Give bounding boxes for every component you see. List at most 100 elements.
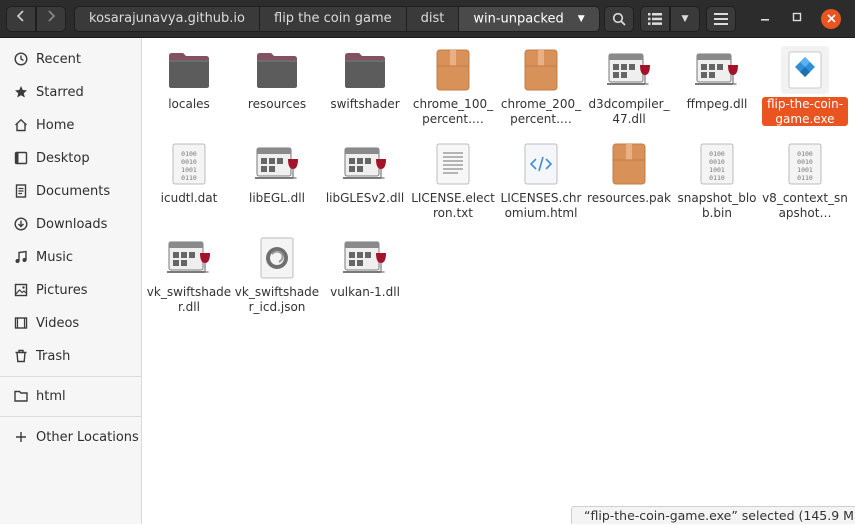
archive-icon (429, 46, 477, 94)
sidebar-item-videos[interactable]: Videos (0, 308, 141, 338)
wine-dll-icon (693, 46, 741, 94)
sidebar-item-desktop[interactable]: Desktop (0, 143, 141, 173)
sidebar-item-recent[interactable]: Recent (0, 44, 141, 74)
binary-file-icon: 0100 0010 1001 0110 (693, 140, 741, 188)
file-grid: locales resources swiftshader chrome_100… (143, 38, 855, 524)
binary-file-icon: 0100 0010 1001 0110 (165, 140, 213, 188)
wine-dll-icon (253, 140, 301, 188)
view-options-button[interactable]: ▼ (670, 6, 700, 32)
breadcrumb-item[interactable]: kosarajunavya.github.io (74, 6, 260, 32)
svg-text:0110: 0110 (709, 174, 725, 182)
file-name: v8_context_snapshot… (762, 191, 848, 220)
file-item[interactable]: ffmpeg.dll (674, 46, 760, 112)
wine-dll-icon (341, 140, 389, 188)
search-icon (612, 12, 626, 30)
sidebar-item-downloads[interactable]: Downloads (0, 209, 141, 239)
forward-button[interactable] (36, 6, 66, 32)
chevron-down-icon: ▼ (681, 14, 689, 24)
sidebar-item-label: Starred (36, 84, 84, 100)
selection-status: “flip-the-coin-game.exe” selected (145.9… (571, 506, 855, 524)
sidebar-item-label: Desktop (36, 150, 90, 166)
file-item[interactable]: chrome_200_percent.… (498, 46, 584, 126)
sidebar-item-label: html (36, 388, 66, 404)
svg-text:0010: 0010 (181, 158, 197, 166)
html-file-icon (517, 140, 565, 188)
file-item[interactable]: LICENSES.chromium.html (498, 140, 584, 220)
breadcrumb-current-label: win-unpacked (473, 11, 564, 27)
folder-icon (253, 46, 301, 94)
sidebar-item-label: Music (36, 249, 73, 265)
minimize-button[interactable] (755, 9, 775, 29)
file-item[interactable]: libEGL.dll (234, 140, 320, 206)
hamburger-icon (714, 13, 728, 29)
archive-icon (605, 140, 653, 188)
breadcrumb-item[interactable]: flip the coin game (260, 6, 407, 32)
file-name: chrome_100_percent.… (412, 97, 494, 126)
file-name: resources.pak (587, 191, 671, 205)
view-toggle-button[interactable] (640, 6, 670, 32)
svg-text:0100: 0100 (709, 150, 725, 158)
breadcrumb-item[interactable]: dist (406, 6, 460, 32)
file-item[interactable]: swiftshader (322, 46, 408, 112)
sidebar-item-home[interactable]: Home (0, 110, 141, 140)
file-name: vk_swiftshader.dll (146, 285, 232, 314)
main-menu-button[interactable] (706, 6, 736, 32)
search-button[interactable] (604, 6, 634, 32)
file-name: LICENSES.chromium.html (500, 191, 582, 220)
sidebar-item-html[interactable]: html (0, 381, 141, 411)
home-icon (13, 117, 29, 133)
file-name: LICENSE.electron.txt (411, 191, 495, 220)
sidebar-item-label: Other Locations (36, 429, 139, 445)
svg-text:1001: 1001 (709, 166, 725, 174)
json-file-icon (253, 234, 301, 282)
file-item[interactable]: resources (234, 46, 320, 112)
file-item[interactable]: vk_swiftshader_icd.json (234, 234, 320, 314)
file-item[interactable]: d3dcompiler_47.dll (586, 46, 672, 126)
file-name: locales (168, 97, 210, 111)
sidebar-item-label: Downloads (36, 216, 108, 232)
file-name: vulkan-1.dll (330, 285, 400, 299)
file-item[interactable]: resources.pak (586, 140, 672, 206)
sidebar-divider (0, 416, 141, 417)
file-item[interactable]: chrome_100_percent.… (410, 46, 496, 126)
close-button[interactable] (821, 9, 841, 29)
close-icon (826, 12, 836, 26)
svg-text:0100: 0100 (797, 150, 813, 158)
sidebar-item-other-locations[interactable]: Other Locations (0, 422, 141, 452)
maximize-button[interactable] (787, 9, 807, 29)
svg-text:0100: 0100 (181, 150, 197, 158)
file-name: swiftshader (330, 97, 400, 111)
text-file-icon (429, 140, 477, 188)
chevron-down-icon: ▼ (577, 14, 585, 24)
breadcrumb-current[interactable]: win-unpacked ▼ (459, 6, 600, 32)
sidebar-item-music[interactable]: Music (0, 242, 141, 272)
file-item[interactable]: vk_swiftshader.dll (146, 234, 232, 314)
file-item[interactable]: locales (146, 46, 232, 112)
back-button[interactable] (6, 6, 36, 32)
file-item[interactable]: vulkan-1.dll (322, 234, 408, 300)
trash-icon (13, 348, 29, 364)
binary-file-icon: 0100 0010 1001 0110 (781, 140, 829, 188)
svg-text:1001: 1001 (797, 166, 813, 174)
sidebar-item-pictures[interactable]: Pictures (0, 275, 141, 305)
file-item[interactable]: 0100 0010 1001 0110 v8_context_snapshot… (762, 140, 848, 220)
documents-icon (13, 183, 29, 199)
sidebar-item-starred[interactable]: Starred (0, 77, 141, 107)
file-item[interactable]: libGLESv2.dll (322, 140, 408, 206)
minimize-icon (760, 11, 770, 26)
svg-text:0010: 0010 (797, 158, 813, 166)
list-view-icon (648, 13, 662, 29)
sidebar-item-trash[interactable]: Trash (0, 341, 141, 371)
sidebar-item-documents[interactable]: Documents (0, 176, 141, 206)
file-name: vk_swiftshader_icd.json (234, 285, 320, 314)
file-item[interactable]: 0100 0010 1001 0110 icudtl.dat (146, 140, 232, 206)
sidebar-item-label: Documents (36, 183, 111, 199)
file-name: libEGL.dll (249, 191, 305, 205)
file-item[interactable]: LICENSE.electron.txt (410, 140, 496, 220)
sidebar-item-label: Pictures (36, 282, 88, 298)
header-bar: kosarajunavya.github.io flip the coin ga… (0, 0, 855, 38)
file-item[interactable]: 0100 0010 1001 0110 snapshot_blob.bin (674, 140, 760, 220)
file-name: snapshot_blob.bin (677, 191, 757, 220)
pictures-icon (13, 282, 29, 298)
file-item-selected[interactable]: flip-the-coin-game.exe (762, 46, 848, 127)
